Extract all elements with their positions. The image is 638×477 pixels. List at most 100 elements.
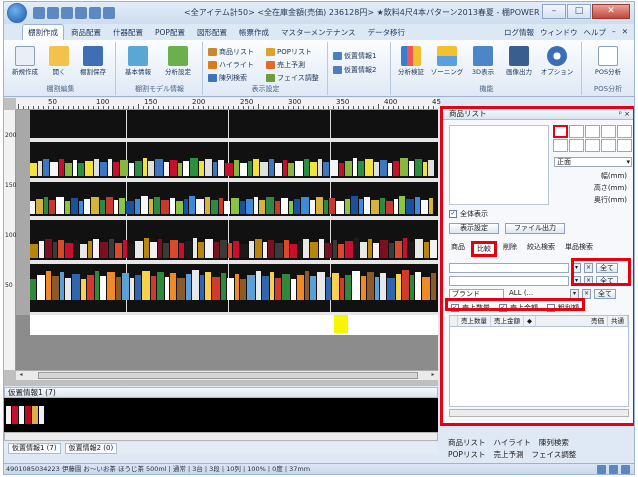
product-facing[interactable] — [301, 196, 309, 214]
product-facing[interactable] — [338, 243, 344, 258]
analysis-settings-button[interactable]: 分析設定 — [161, 46, 195, 76]
product-facing[interactable] — [119, 197, 125, 214]
product-facing[interactable] — [388, 162, 392, 176]
options-button[interactable]: オプション — [540, 46, 574, 76]
temp-product[interactable] — [32, 406, 38, 424]
product-facing[interactable] — [193, 238, 197, 258]
product-facing[interactable] — [184, 198, 188, 214]
product-facing[interactable] — [196, 199, 204, 214]
product-facing[interactable] — [380, 197, 385, 214]
product-facing[interactable] — [224, 200, 230, 214]
product-facing[interactable] — [43, 158, 49, 176]
product-facing[interactable] — [100, 161, 107, 176]
product-facing[interactable] — [248, 161, 252, 176]
product-facing[interactable] — [324, 200, 328, 214]
product-facing[interactable] — [200, 275, 204, 300]
product-facing[interactable] — [74, 240, 79, 258]
product-facing[interactable] — [150, 241, 157, 258]
temp-product[interactable] — [25, 406, 31, 424]
product-facing[interactable] — [275, 277, 281, 300]
product-facing[interactable] — [87, 274, 94, 300]
product-facing[interactable] — [354, 238, 359, 258]
product-facing[interactable] — [122, 273, 129, 300]
tool-icon[interactable] — [103, 7, 115, 19]
product-facing[interactable] — [84, 198, 90, 214]
product-facing[interactable] — [269, 159, 274, 176]
product-facing[interactable] — [199, 161, 204, 176]
product-facing[interactable] — [240, 163, 247, 176]
scroll-thumb[interactable] — [38, 372, 418, 379]
product-facing[interactable] — [220, 239, 227, 258]
product-facing[interactable] — [256, 271, 261, 300]
product-facing[interactable] — [330, 159, 338, 176]
product-facing[interactable] — [135, 241, 143, 258]
product-facing[interactable] — [281, 198, 288, 214]
product-facing[interactable] — [415, 239, 423, 258]
product-facing[interactable] — [235, 273, 239, 300]
face-adjust-button[interactable]: フェイス調整 — [266, 72, 319, 83]
product-facing[interactable] — [164, 162, 169, 176]
product-facing[interactable] — [81, 278, 86, 300]
product-facing[interactable] — [260, 161, 268, 176]
product-facing[interactable] — [163, 242, 169, 258]
analysis-verify-button[interactable]: 分析検証 — [394, 46, 428, 76]
product-facing[interactable] — [323, 162, 329, 176]
product-facing[interactable] — [65, 162, 72, 176]
product-facing[interactable] — [410, 275, 414, 300]
product-facing[interactable] — [228, 243, 232, 258]
product-facing[interactable] — [431, 272, 436, 300]
product-facing[interactable] — [85, 160, 93, 176]
product-facing[interactable] — [254, 196, 258, 214]
product-facing[interactable] — [100, 242, 108, 258]
temp-products-strip[interactable] — [4, 398, 438, 432]
basic-info-button[interactable]: 基本情報 — [121, 46, 155, 76]
product-facing[interactable] — [415, 196, 420, 214]
product-facing[interactable] — [115, 242, 122, 258]
product-list-button[interactable]: 商品リスト — [208, 46, 254, 57]
product-facing[interactable] — [170, 159, 177, 176]
product-facing[interactable] — [185, 240, 192, 258]
product-facing[interactable] — [310, 161, 317, 176]
product-facing[interactable] — [291, 278, 296, 300]
product-facing[interactable] — [374, 162, 379, 176]
tab-shape-placement[interactable]: 図形配置 — [192, 25, 232, 40]
product-facing[interactable] — [345, 198, 350, 214]
minimize-button[interactable]: – — [542, 4, 566, 19]
product-facing[interactable] — [59, 159, 64, 176]
product-facing[interactable] — [144, 238, 149, 258]
product-facing[interactable] — [170, 240, 178, 258]
product-facing[interactable] — [364, 197, 370, 214]
product-facing[interactable] — [259, 199, 265, 214]
product-facing[interactable] — [360, 241, 367, 258]
product-facing[interactable] — [170, 197, 175, 214]
product-facing[interactable] — [240, 201, 245, 214]
product-facing[interactable] — [380, 159, 387, 176]
product-facing[interactable] — [53, 242, 57, 258]
log-info-menu[interactable]: ログ情報 — [504, 27, 534, 38]
selected-product-marker[interactable] — [334, 315, 348, 333]
tab-shelf-create[interactable]: 棚割作成 — [22, 24, 64, 40]
save-icon[interactable] — [61, 7, 73, 19]
product-facing[interactable] — [266, 197, 274, 214]
product-facing[interactable] — [218, 159, 224, 176]
tab-fixture-placement[interactable]: 什器配置 — [108, 25, 148, 40]
product-facing[interactable] — [351, 196, 358, 214]
tab-product-placement[interactable]: 商品配置 — [66, 25, 106, 40]
product-facing[interactable] — [361, 275, 366, 300]
grid-icon[interactable] — [609, 465, 618, 474]
product-facing[interactable] — [345, 274, 351, 300]
product-facing[interactable] — [310, 242, 318, 258]
tab-highlight[interactable]: ハイライト — [494, 437, 531, 448]
product-facing[interactable] — [399, 196, 405, 214]
product-facing[interactable] — [284, 240, 289, 258]
tab-pop-placement[interactable]: POP配置 — [150, 25, 190, 40]
product-facing[interactable] — [78, 163, 84, 176]
product-facing[interactable] — [109, 239, 114, 258]
product-facing[interactable] — [329, 197, 335, 214]
product-facing[interactable] — [402, 270, 409, 300]
product-facing[interactable] — [65, 277, 71, 300]
product-facing[interactable] — [71, 198, 78, 214]
product-facing[interactable] — [340, 278, 344, 300]
image-output-button[interactable]: 画像出力 — [502, 46, 536, 76]
product-facing[interactable] — [198, 241, 204, 258]
